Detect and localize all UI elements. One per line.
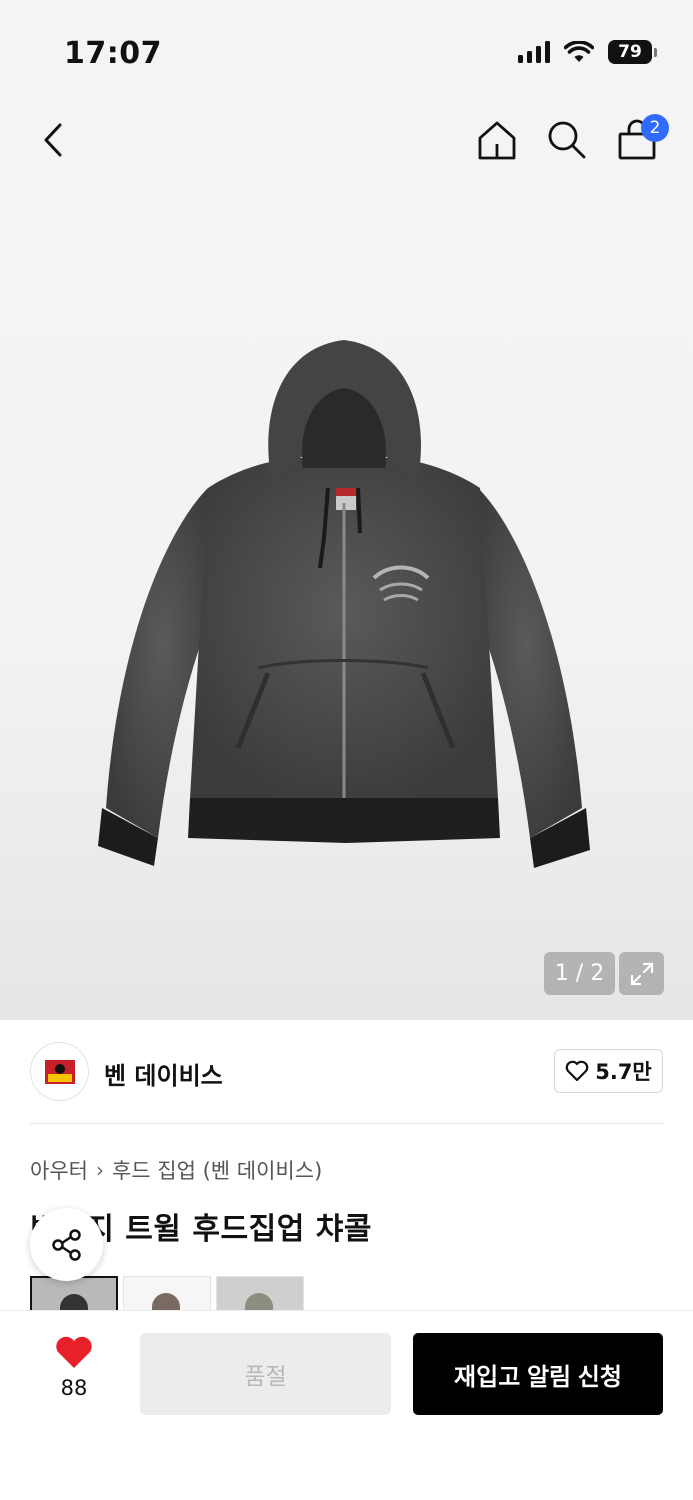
battery-level: 79 <box>608 40 652 64</box>
product-like-count: 88 <box>60 1376 88 1400</box>
restock-alert-button[interactable]: 재입고 알림 신청 <box>413 1333 663 1415</box>
share-icon <box>51 1228 81 1261</box>
status-indicators: 79 <box>518 40 657 64</box>
heart-filled-icon <box>56 1336 92 1368</box>
breadcrumb: 아우터 › 후드 집업 (벤 데이비스) <box>30 1155 322 1185</box>
search-button[interactable] <box>545 118 589 162</box>
brand-name[interactable]: 벤 데이비스 <box>104 1056 223 1091</box>
heart-outline-icon <box>565 1060 589 1082</box>
brand-logo[interactable] <box>30 1042 89 1101</box>
image-pager: 1 / 2 <box>544 952 615 995</box>
home-button[interactable] <box>475 118 519 162</box>
chevron-right-icon: › <box>95 1158 104 1182</box>
brand-like-button[interactable]: 5.7만 <box>554 1049 663 1093</box>
chevron-left-icon <box>44 123 62 157</box>
soldout-button[interactable]: 품절 <box>140 1333 391 1415</box>
wifi-icon <box>564 41 594 62</box>
variant-thumb-brown[interactable] <box>123 1276 211 1312</box>
search-icon <box>548 121 586 159</box>
expand-icon <box>630 962 653 985</box>
cart-count-badge: 2 <box>641 114 669 142</box>
share-button[interactable] <box>30 1208 103 1281</box>
divider <box>30 1123 663 1124</box>
product-image[interactable] <box>98 338 590 878</box>
cart-button[interactable]: 2 <box>615 114 669 162</box>
variant-thumb-charcoal[interactable] <box>30 1276 118 1312</box>
cellular-signal-icon <box>518 41 550 63</box>
status-time: 17:07 <box>64 36 162 71</box>
back-button[interactable] <box>34 118 74 162</box>
home-icon <box>478 121 516 160</box>
brand-like-count: 5.7만 <box>595 1060 652 1084</box>
variant-thumb-olive[interactable] <box>216 1276 304 1312</box>
product-like-button[interactable]: 88 <box>50 1336 98 1408</box>
ben-davis-logo-icon <box>44 1059 75 1084</box>
variant-thumbnails <box>30 1276 304 1312</box>
battery-icon: 79 <box>608 40 657 64</box>
breadcrumb-subcategory[interactable]: 후드 집업 (벤 데이비스) <box>112 1155 322 1185</box>
fullscreen-button[interactable] <box>619 952 664 995</box>
breadcrumb-category[interactable]: 아우터 <box>30 1155 88 1185</box>
